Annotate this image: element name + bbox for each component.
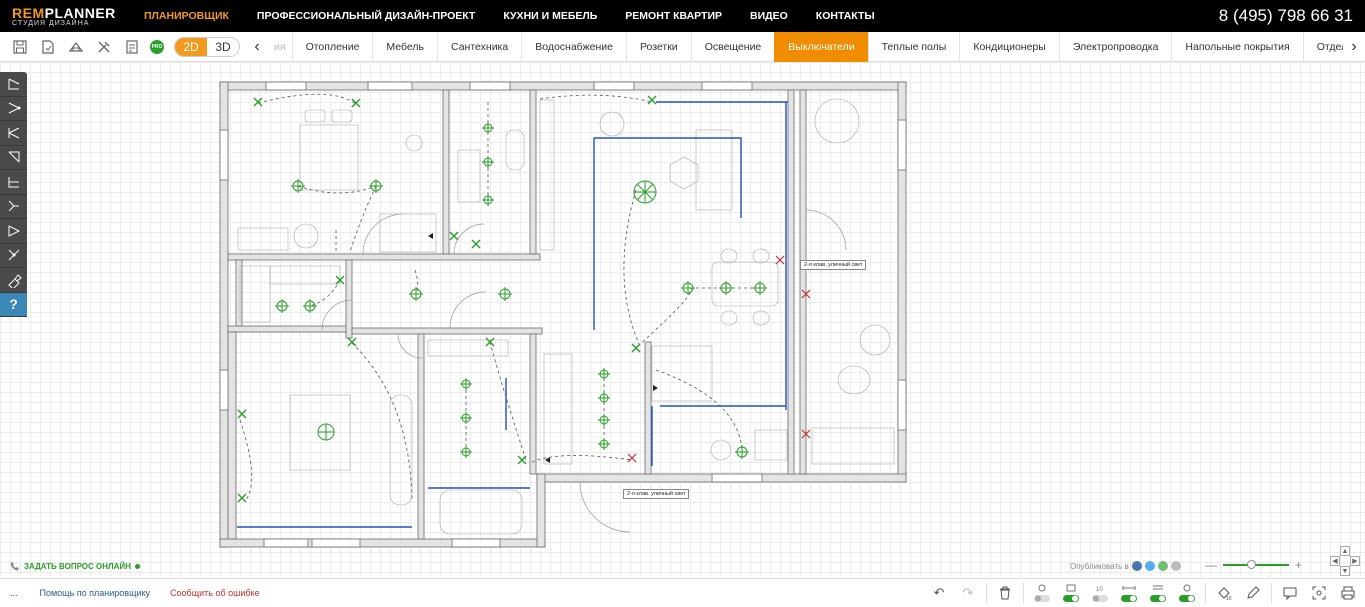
floor-plan[interactable] bbox=[0, 0, 1365, 607]
svg-text:10: 10 bbox=[1226, 596, 1232, 601]
zoom-in-button[interactable]: + bbox=[1295, 558, 1302, 572]
pan-navigation-pad: ▲ ◀ ▶ ▼ bbox=[1330, 546, 1360, 576]
separator bbox=[1023, 583, 1024, 603]
publish-label: Опубликовать в bbox=[1070, 561, 1129, 571]
report-error-link[interactable]: Сообщить об ошибке bbox=[170, 588, 260, 598]
wire-tool-5-icon[interactable] bbox=[0, 195, 27, 219]
delete-icon[interactable] bbox=[994, 582, 1016, 604]
wire-tool-3-icon[interactable] bbox=[0, 146, 27, 170]
wire-tool-1-icon[interactable] bbox=[0, 97, 27, 121]
online-status-dot bbox=[134, 563, 140, 569]
toggle-labels-icon[interactable]: 10 bbox=[1089, 582, 1111, 604]
whatsapp-share-icon[interactable] bbox=[1157, 561, 1168, 571]
wire-tool-2-icon[interactable] bbox=[0, 121, 27, 146]
svg-text:10: 10 bbox=[1096, 587, 1103, 593]
undo-icon[interactable]: ↶ bbox=[928, 582, 950, 604]
planner-help-link[interactable]: Помощь по планировщику bbox=[40, 588, 151, 598]
left-tool-panel: ? bbox=[0, 72, 27, 317]
print-icon[interactable] bbox=[1337, 582, 1359, 604]
toggle-furniture-icon[interactable] bbox=[1060, 582, 1082, 604]
separator bbox=[986, 583, 987, 603]
redo-icon[interactable]: ↷ bbox=[957, 582, 979, 604]
ask-question-online[interactable]: ЗАДАТЬ ВОПРОС ОНЛАЙН bbox=[10, 561, 140, 571]
bottom-tools: ↶ ↷ 10 10 bbox=[928, 582, 1365, 604]
wire-tool-4-icon[interactable] bbox=[0, 170, 27, 195]
ask-question-label: ЗАДАТЬ ВОПРОС ОНЛАЙН bbox=[24, 561, 131, 571]
zoom-out-button[interactable]: — bbox=[1205, 558, 1217, 572]
comments-icon[interactable] bbox=[1279, 582, 1301, 604]
toggle-sizes-icon[interactable] bbox=[1118, 582, 1140, 604]
toggle-plumbing-icon[interactable] bbox=[1176, 582, 1198, 604]
phone-icon bbox=[10, 562, 19, 571]
toggle-layers-icon[interactable] bbox=[1147, 582, 1169, 604]
pan-up-icon[interactable]: ▲ bbox=[1340, 546, 1350, 556]
help-button[interactable]: ? bbox=[0, 292, 27, 317]
switch-note-outdoor-light-south: 2-я клав. уличный свет bbox=[623, 489, 690, 499]
pan-left-icon[interactable]: ◀ bbox=[1330, 556, 1340, 566]
publish-share: Опубликовать в bbox=[1070, 561, 1181, 571]
pan-down-icon[interactable]: ▼ bbox=[1340, 566, 1350, 576]
clear-tool-icon[interactable] bbox=[0, 268, 27, 293]
zoom-slider[interactable] bbox=[1223, 560, 1289, 569]
pan-right-icon[interactable]: ▶ bbox=[1350, 556, 1360, 566]
pencil-icon[interactable] bbox=[1242, 582, 1264, 604]
draw-wall-tool-icon[interactable] bbox=[0, 72, 27, 97]
switch-note-outdoor-light-east: 2-я клав. уличный свет bbox=[800, 260, 867, 270]
toggle-dimensions-icon[interactable] bbox=[1031, 582, 1053, 604]
separator bbox=[1205, 583, 1206, 603]
fill-tool-icon[interactable]: 10 bbox=[1213, 582, 1235, 604]
bottom-bar: ... Помощь по планировщику Сообщить об о… bbox=[0, 578, 1365, 607]
link-share-icon[interactable] bbox=[1170, 561, 1181, 571]
wire-tool-7-icon[interactable] bbox=[0, 244, 27, 268]
twitter-share-icon[interactable] bbox=[1144, 561, 1155, 571]
fit-to-screen-icon[interactable] bbox=[1308, 582, 1330, 604]
zoom-control: — + bbox=[1205, 558, 1302, 572]
zoom-slider-knob[interactable] bbox=[1247, 560, 1256, 569]
more-menu[interactable]: ... bbox=[10, 588, 18, 598]
separator bbox=[1271, 583, 1272, 603]
wire-tool-6-icon[interactable] bbox=[0, 219, 27, 244]
vk-share-icon[interactable] bbox=[1131, 561, 1142, 571]
